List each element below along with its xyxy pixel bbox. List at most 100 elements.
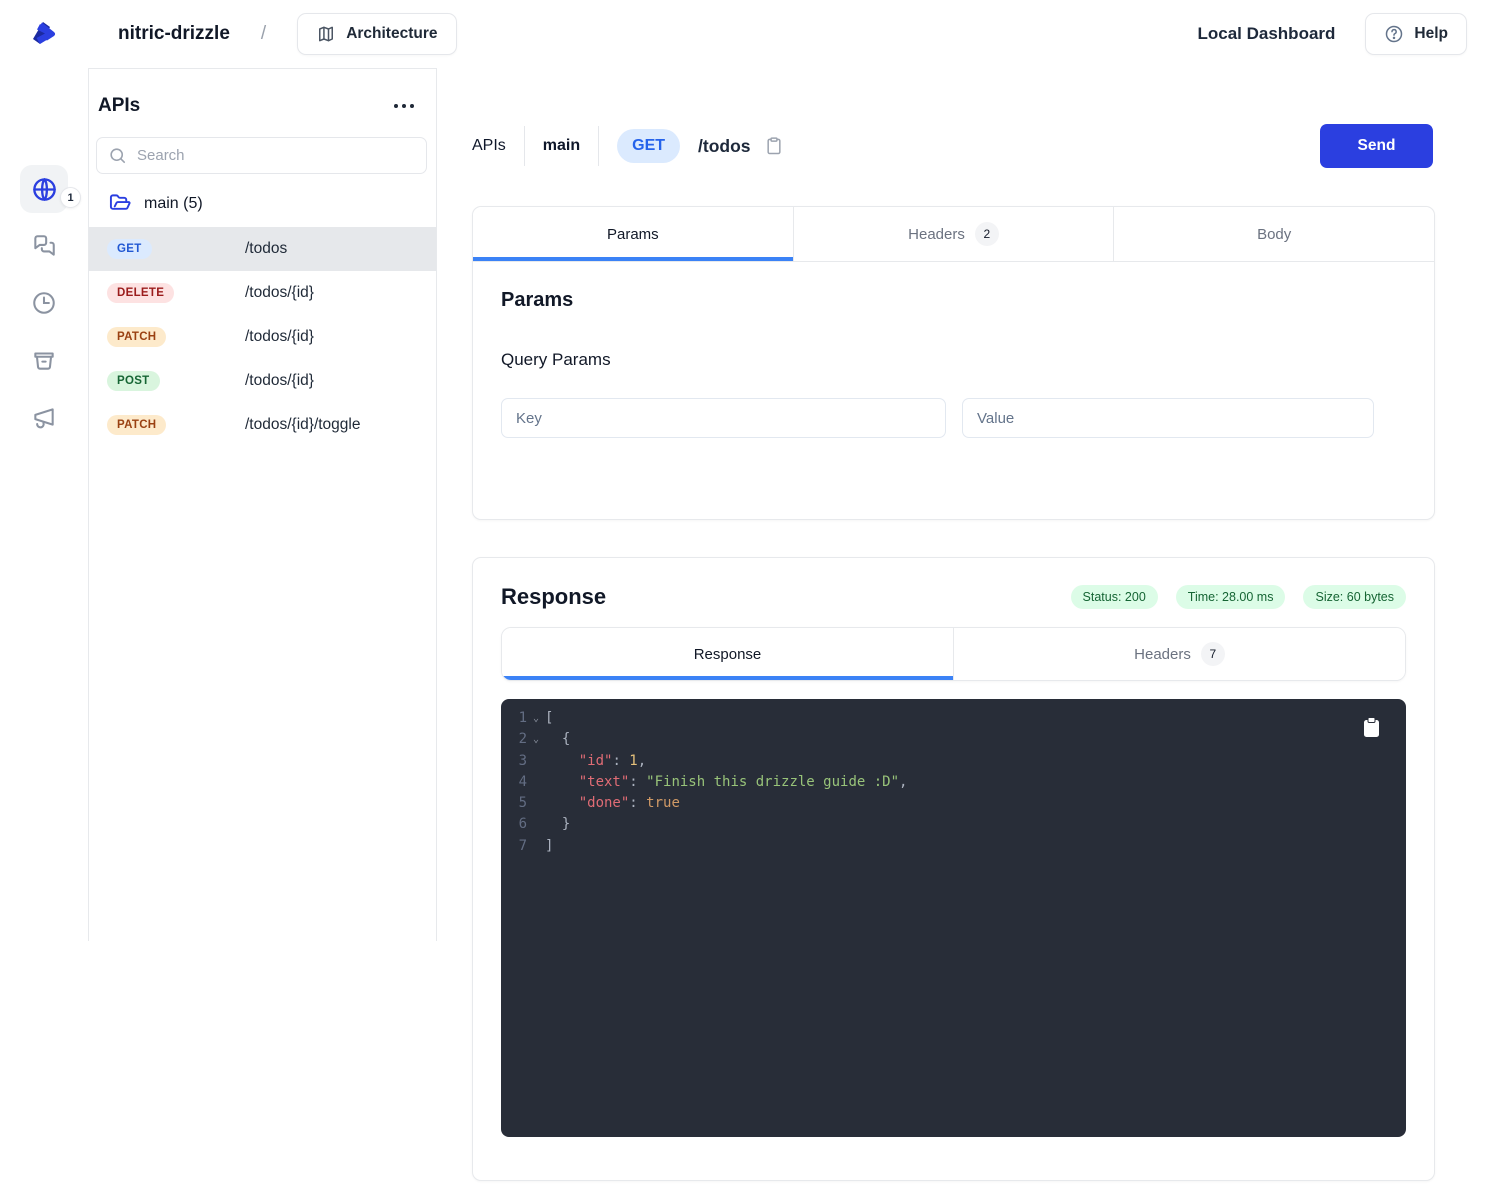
fold-spacer [527,814,545,835]
tab-label: Headers [1134,646,1191,663]
help-button-label: Help [1414,25,1448,43]
nitric-logo-icon [23,13,65,55]
code-line: 5 "done": true [501,793,1406,814]
request-tabs: Params Headers 2 Body [473,207,1434,262]
apis-count-badge: 1 [60,187,81,208]
endpoint-row[interactable]: GET/todos [89,227,436,271]
tab-response[interactable]: Response [502,628,953,680]
dashboard-title: Local Dashboard [1197,24,1335,44]
code-line: 1⌄[ [501,708,1406,729]
ellipsis-menu-icon[interactable] [392,98,416,114]
status-badge: Status: 200 [1071,585,1158,609]
method-badge-slot: PATCH [107,415,245,435]
response-code-editor[interactable]: 1⌄[2⌄ {3 "id": 1,4 "text": "Finish this … [501,699,1406,1137]
tab-params[interactable]: Params [473,207,793,261]
endpoint-row[interactable]: POST/todos/{id} [89,359,436,403]
fold-chevron-icon[interactable]: ⌄ [527,708,545,729]
endpoint-list: GET/todosDELETE/todos/{id}PATCH/todos/{i… [89,227,436,447]
query-params-title: Query Params [501,350,1406,370]
fold-chevron-icon[interactable]: ⌄ [527,729,545,750]
endpoint-path: /todos/{id} [245,284,314,302]
response-status-badges: Status: 200 Time: 28.00 ms Size: 60 bytes [1071,585,1406,609]
project-name: nitric-drizzle [118,23,230,45]
main-content: APIs main GET /todos Send Params Header [437,68,1503,1200]
nav-item-apis[interactable] [20,165,68,213]
breadcrumb-group: main [543,137,580,155]
line-number: 3 [501,751,527,772]
fold-spacer [527,751,545,772]
endpoint-row[interactable]: DELETE/todos/{id} [89,271,436,315]
breadcrumb-divider [524,126,525,166]
method-badge-slot: DELETE [107,283,245,303]
method-badge: PATCH [107,327,166,347]
folder-open-icon [109,192,132,215]
fold-spacer [527,793,545,814]
method-badge: GET [107,239,152,259]
line-number: 5 [501,793,527,814]
code-text: ] [545,836,553,857]
nav-item-schedules[interactable] [31,290,57,316]
api-folder-main[interactable]: main (5) [89,174,436,227]
breadcrumb-root: APIs [472,137,506,155]
help-button[interactable]: Help [1365,13,1467,55]
code-line: 2⌄ { [501,729,1406,750]
param-key-input[interactable] [501,398,946,438]
method-pill: GET [617,129,680,163]
response-headers-count-badge: 7 [1201,642,1225,666]
nitric-local-dashboard: nitric-drizzle / Architecture Local Dash… [0,0,1503,1200]
tab-headers[interactable]: Headers 2 [793,207,1114,261]
nav-item-storage[interactable] [31,347,57,373]
method-badge-slot: POST [107,371,245,391]
status-badge: Size: 60 bytes [1303,585,1406,609]
code-text: "done": true [545,793,680,814]
nitric-logo[interactable] [0,0,88,68]
line-number: 2 [501,729,527,750]
architecture-button-label: Architecture [346,25,437,43]
endpoint-path: /todos/{id}/toggle [245,416,361,434]
clipboard-copy-icon [1363,717,1380,738]
architecture-button[interactable]: Architecture [297,13,456,55]
code-line: 7] [501,836,1406,857]
apis-panel-title: APIs [98,95,140,117]
code-text: [ [545,708,553,729]
method-badge-slot: GET [107,239,245,259]
code-text: "id": 1, [545,751,646,772]
request-card: Params Headers 2 Body Params Query Param… [472,206,1435,520]
search-input[interactable] [96,137,427,174]
method-badge-slot: PATCH [107,327,245,347]
globe-icon [31,176,58,203]
code-editor-lines: 1⌄[2⌄ {3 "id": 1,4 "text": "Finish this … [501,708,1406,857]
clipboard-icon [764,136,784,156]
endpoint-path-label: /todos [698,136,751,157]
tab-label: Params [607,226,659,243]
tab-response-headers[interactable]: Headers 7 [953,628,1405,680]
breadcrumb-divider [598,126,599,166]
status-badge: Time: 28.00 ms [1176,585,1286,609]
tab-label: Response [694,646,762,663]
endpoint-path: /todos/{id} [245,372,314,390]
search-icon [108,146,127,165]
response-tabs: Response Headers 7 [501,627,1406,681]
copy-path-button[interactable] [762,134,786,158]
tab-body[interactable]: Body [1113,207,1434,261]
param-value-input[interactable] [962,398,1374,438]
map-icon [316,24,336,44]
nav-item-topics[interactable] [31,404,57,430]
copy-response-button[interactable] [1361,715,1382,740]
fold-spacer [527,836,545,857]
nav-item-websockets[interactable] [31,233,57,259]
tab-label: Headers [908,226,965,243]
endpoint-row[interactable]: PATCH/todos/{id} [89,315,436,359]
endpoint-path: /todos/{id} [245,328,314,346]
endpoint-row[interactable]: PATCH/todos/{id}/toggle [89,403,436,447]
code-line: 4 "text": "Finish this drizzle guide :D"… [501,772,1406,793]
send-button[interactable]: Send [1320,124,1433,168]
question-circle-icon [1384,24,1404,44]
code-text: "text": "Finish this drizzle guide :D", [545,772,907,793]
endpoint-path: /todos [245,240,287,258]
response-section-title: Response [501,584,606,610]
code-line: 6 } [501,814,1406,835]
tab-label: Body [1257,226,1291,243]
megaphone-icon [31,404,57,430]
method-badge: POST [107,371,160,391]
